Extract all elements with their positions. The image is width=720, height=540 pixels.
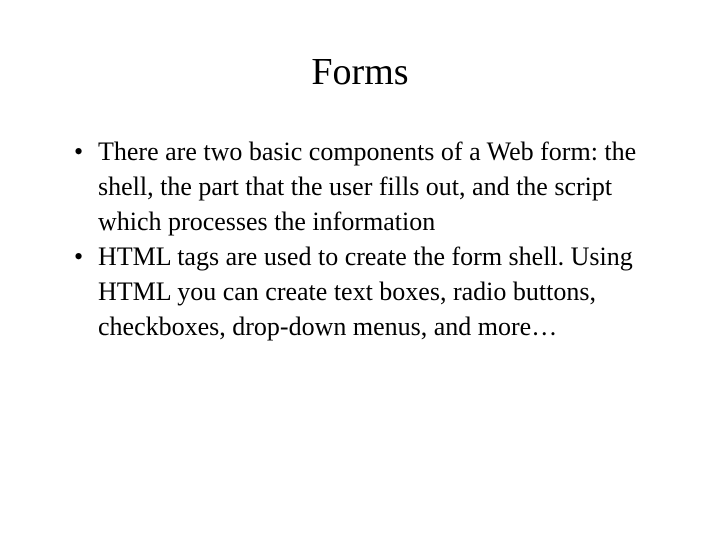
slide-title: Forms xyxy=(60,50,660,94)
bullet-item: There are two basic components of a Web … xyxy=(70,134,650,239)
bullet-item: HTML tags are used to create the form sh… xyxy=(70,239,650,344)
slide-body: There are two basic components of a Web … xyxy=(60,134,660,345)
bullet-list: There are two basic components of a Web … xyxy=(70,134,650,345)
